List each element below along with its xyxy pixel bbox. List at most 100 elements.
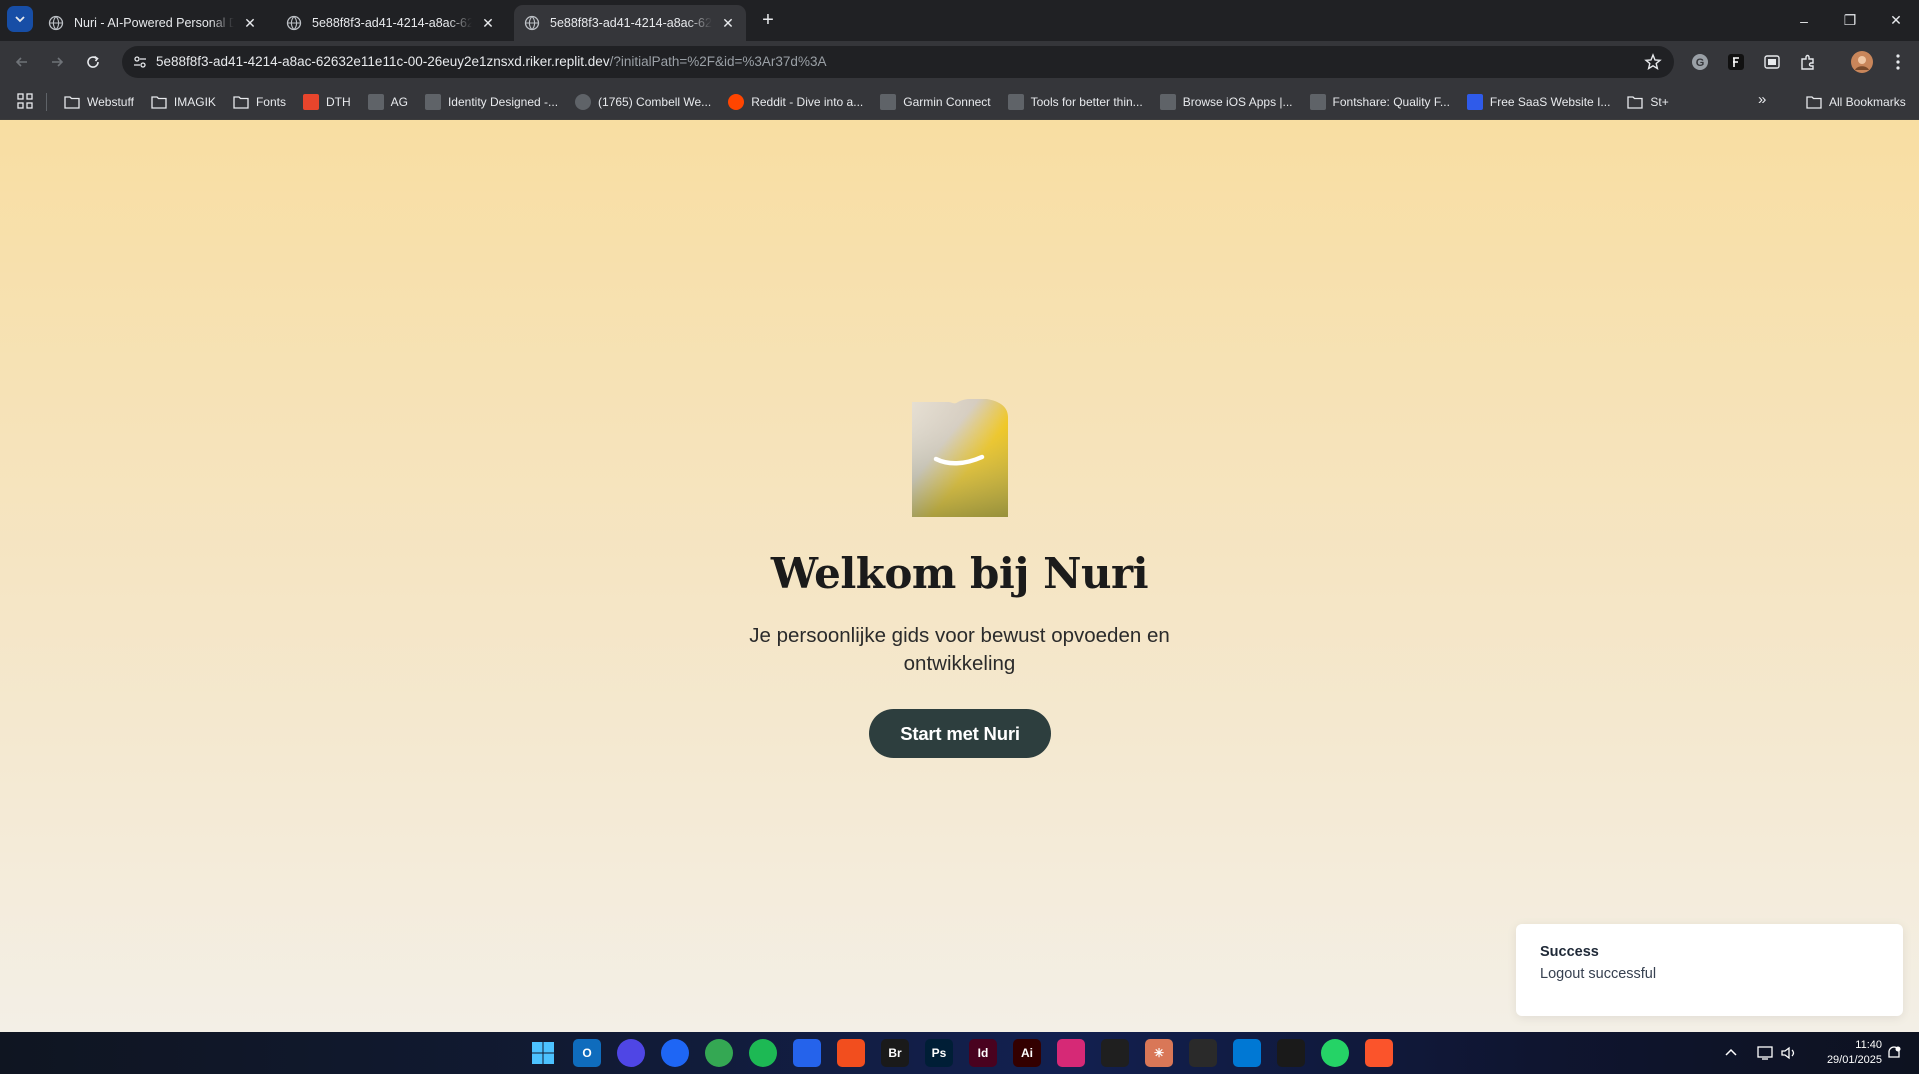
new-tab-button[interactable]: + [758, 8, 778, 32]
bridge-icon[interactable]: Br [881, 1039, 909, 1067]
taskbar-app-label: ✳ [1153, 1046, 1165, 1060]
folder-icon [1806, 95, 1822, 109]
whatsapp-icon[interactable] [1321, 1039, 1349, 1067]
indesign-icon[interactable]: Id [969, 1039, 997, 1067]
tray-overflow-button[interactable] [1724, 1032, 1738, 1074]
notifications-icon[interactable] [1886, 1032, 1902, 1074]
tab-nuri[interactable]: Nuri - AI-Powered Personal Dev ✕ [38, 5, 268, 41]
profile-avatar[interactable] [1851, 51, 1873, 73]
tab-replit-active[interactable]: 5e88f8f3-ad41-4214-a8ac-6263 ✕ [514, 5, 746, 41]
volume-icon[interactable] [1780, 1032, 1798, 1074]
bookmark-item[interactable]: Fonts [233, 94, 286, 110]
maximize-button[interactable]: ❐ [1827, 0, 1873, 41]
arrow-left-icon [15, 57, 27, 67]
tab-title: 5e88f8f3-ad41-4214-a8ac-6263 [312, 16, 472, 30]
bookmark-item[interactable]: Free SaaS Website I... [1466, 93, 1610, 110]
start-with-nuri-button[interactable]: Start met Nuri [869, 709, 1051, 758]
bookmark-item[interactable]: IMAGIK [151, 94, 216, 110]
network-icon[interactable] [1756, 1032, 1774, 1074]
bookmark-item[interactable]: Garmin Connect [880, 93, 991, 110]
bookmark-label: Browse iOS Apps |... [1182, 94, 1293, 109]
apps-grid-icon[interactable] [17, 93, 33, 109]
extension-screen-icon[interactable] [1762, 52, 1782, 72]
tab-close-icon[interactable]: ✕ [242, 15, 258, 31]
combell-icon [575, 93, 592, 110]
globe-icon [48, 15, 64, 31]
reload-button[interactable] [81, 50, 105, 74]
tab-replit-1[interactable]: 5e88f8f3-ad41-4214-a8ac-6263 ✕ [276, 5, 506, 41]
nuri-logo-icon [912, 399, 1008, 517]
windows-start-icon[interactable] [529, 1039, 557, 1067]
id-icon [424, 93, 441, 110]
bookmark-item[interactable]: St+ [1627, 94, 1669, 110]
forward-button[interactable] [45, 50, 69, 74]
bookmark-list: Webstuff IMAGIK Fonts DTH AG Identity Designe… [64, 83, 1669, 120]
bookmark-item[interactable]: (1765) Combell We... [575, 93, 712, 110]
close-window-button[interactable]: ✕ [1873, 0, 1919, 41]
claude-icon[interactable]: ✳ [1145, 1039, 1173, 1067]
taskbar-app-label: Ai [1021, 1046, 1033, 1060]
reddit-icon [728, 93, 745, 110]
taskbar-app-label: O [582, 1046, 592, 1060]
bookmark-item[interactable]: DTH [302, 93, 351, 110]
bookmark-label: DTH [325, 94, 351, 109]
bookmark-label: AG [390, 94, 408, 109]
vscode-icon[interactable] [1233, 1039, 1261, 1067]
windows-taskbar: O Br Ps Id Ai ✳ 11:40 29/01/2025 [0, 1032, 1919, 1074]
browser-menu-icon[interactable] [1888, 52, 1908, 72]
taskbar-clock[interactable]: 11:40 29/01/2025 [1806, 1038, 1882, 1068]
bookmark-item[interactable]: Webstuff [64, 94, 134, 110]
success-toast[interactable]: Success Logout successful [1516, 924, 1903, 1016]
bookmark-item[interactable]: AG [367, 93, 408, 110]
bookmarks-bar: Webstuff IMAGIK Fonts DTH AG Identity Designe… [0, 83, 1919, 120]
spotify-icon[interactable] [749, 1039, 777, 1067]
folder-icon [1627, 94, 1644, 110]
instagram-icon[interactable] [1057, 1039, 1085, 1067]
bookmark-star-icon[interactable] [1644, 53, 1662, 71]
brave-icon[interactable] [1365, 1039, 1393, 1067]
minimize-button[interactable]: – [1781, 0, 1827, 41]
tab-close-icon[interactable]: ✕ [480, 15, 496, 31]
bookmark-item[interactable]: Browse iOS Apps |... [1159, 93, 1293, 110]
extension-dark-icon[interactable] [1726, 52, 1746, 72]
chrome-icon[interactable] [705, 1039, 733, 1067]
figma-icon[interactable] [837, 1039, 865, 1067]
bookmark-label: Reddit - Dive into a... [751, 94, 864, 109]
ios-icon [1159, 93, 1176, 110]
toast-title: Success [1540, 944, 1599, 960]
tab-search-button[interactable] [7, 6, 33, 32]
tab-title: Nuri - AI-Powered Personal Dev [74, 16, 234, 30]
bookmark-label: St+ [1650, 94, 1669, 109]
url-text[interactable]: 5e88f8f3-ad41-4214-a8ac-62632e11e11c-00-… [156, 54, 826, 69]
back-button[interactable] [10, 50, 34, 74]
bookmark-label: IMAGIK [173, 94, 216, 109]
bookmark-item[interactable]: Identity Designed -... [424, 93, 558, 110]
illustrator-icon[interactable]: Ai [1013, 1039, 1041, 1067]
folder-icon [151, 94, 167, 110]
tab-strip: Nuri - AI-Powered Personal Dev ✕ 5e88f8f… [0, 0, 1919, 41]
address-bar[interactable]: 5e88f8f3-ad41-4214-a8ac-62632e11e11c-00-… [122, 46, 1674, 78]
extensions-puzzle-icon[interactable] [1798, 52, 1818, 72]
outlook-icon[interactable]: O [573, 1039, 601, 1067]
app-box-icon[interactable] [1277, 1039, 1305, 1067]
app-circle-icon[interactable] [617, 1039, 645, 1067]
bookmark-item[interactable]: Fontshare: Quality F... [1309, 93, 1450, 110]
fontshare-icon [1309, 93, 1326, 110]
grammarly-extension-icon[interactable]: G [1690, 52, 1710, 72]
all-bookmarks-button[interactable]: All Bookmarks [1806, 83, 1906, 120]
folder-icon [64, 94, 80, 110]
bookmarks-overflow-button[interactable]: » [1758, 91, 1766, 108]
bookmark-item[interactable]: Reddit - Dive into a... [728, 93, 864, 110]
bookmark-label: (1765) Combell We... [598, 94, 712, 109]
globe-icon [286, 15, 302, 31]
clock-date: 29/01/2025 [1826, 1054, 1882, 1066]
photoshop-icon[interactable]: Ps [925, 1039, 953, 1067]
messenger-icon[interactable] [661, 1039, 689, 1067]
bing-icon[interactable] [793, 1039, 821, 1067]
app-orange-icon[interactable] [1189, 1039, 1217, 1067]
bookmark-item[interactable]: Tools for better thin... [1007, 93, 1143, 110]
ag-icon [367, 93, 384, 110]
tab-close-icon[interactable]: ✕ [720, 15, 736, 31]
chatgpt-icon[interactable] [1101, 1039, 1129, 1067]
site-info-icon[interactable] [132, 54, 148, 70]
